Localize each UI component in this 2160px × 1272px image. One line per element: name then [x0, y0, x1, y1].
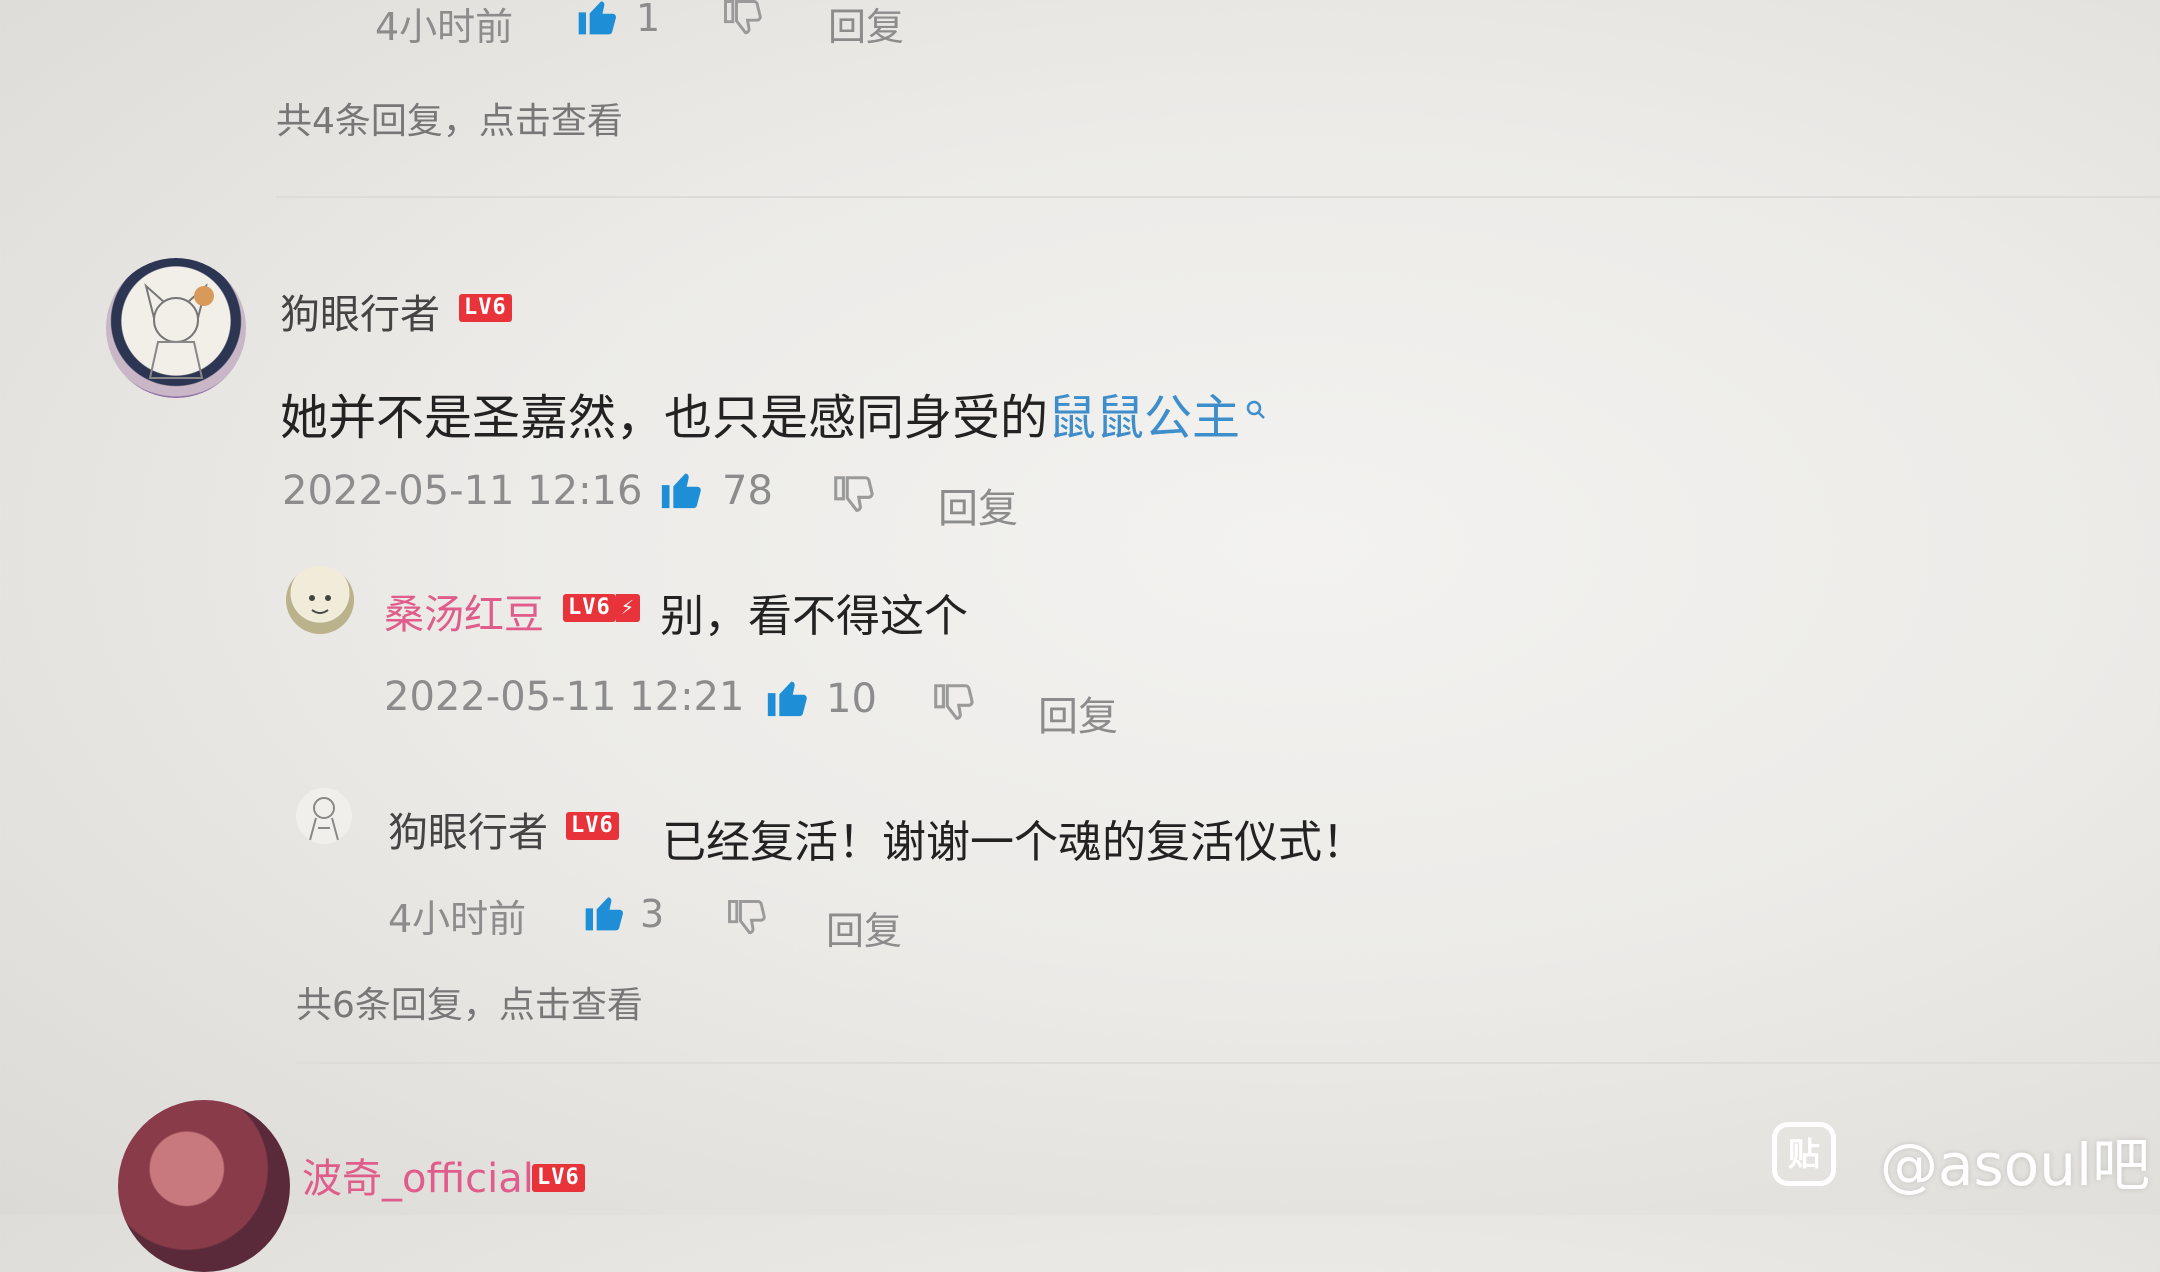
comment-reply-button[interactable]: 回复 [938, 476, 1018, 534]
reply-text: 别，看不得这个 [660, 591, 968, 642]
reply-time: 4小时前 [388, 897, 527, 941]
comment-body: 她并不是圣嘉然，也只是感同身受的 [280, 390, 1049, 446]
top-reply-like-count: 1 [636, 0, 661, 40]
avatar[interactable] [296, 788, 352, 844]
avatar-sketch-icon [309, 797, 339, 841]
tieba-logo-icon: 贴 [1772, 1122, 1836, 1186]
top-reply-time: 4小时前 [375, 5, 514, 49]
level-badge: LV6 [566, 812, 619, 840]
comment-text: 她并不是圣嘉然，也只是感同身受的鼠鼠公主 [280, 378, 1268, 448]
view-more-replies[interactable]: 共6条回复，点击查看 [296, 976, 643, 1028]
divider [296, 1062, 2160, 1064]
lightning-icon: ⚡ [615, 594, 640, 622]
divider [276, 196, 2160, 198]
search-icon[interactable] [1244, 378, 1268, 434]
avatar[interactable] [118, 1100, 290, 1272]
thumbs-down-icon[interactable] [830, 472, 876, 518]
thumbs-up-icon[interactable] [764, 674, 810, 720]
avatar-figure-icon [144, 283, 214, 379]
top-reply-reply-button[interactable]: 回复 [828, 0, 904, 51]
reply-like-count: 10 [826, 676, 877, 722]
watermark-text: @asoul吧 [1880, 1131, 2151, 1199]
level-badge: LV6 [532, 1164, 585, 1192]
topic-link[interactable]: 鼠鼠公主 [1048, 390, 1240, 446]
comment-time: 2022-05-11 12:16 [282, 468, 643, 514]
comment-like-count: 78 [722, 468, 773, 514]
comment-username[interactable]: 狗眼行者 [280, 282, 440, 340]
thumbs-up-icon[interactable] [575, 0, 619, 38]
top-view-more-replies[interactable]: 共4条回复，点击查看 [276, 92, 623, 144]
thumbs-up-icon[interactable] [582, 890, 626, 934]
avatar-face-icon [309, 595, 331, 614]
thumbs-down-icon[interactable] [720, 0, 764, 40]
reply-username[interactable]: 狗眼行者 [388, 800, 548, 858]
reply-username[interactable]: 桑汤红豆 [384, 582, 544, 640]
reply-reply-button[interactable]: 回复 [1038, 684, 1118, 742]
thumbs-down-icon[interactable] [724, 896, 768, 940]
reply-text: 已经复活！谢谢一个魂的复活仪式！ [662, 817, 1366, 868]
avatar[interactable] [286, 566, 354, 634]
level-badge: LV6 [459, 294, 512, 322]
thumbs-down-icon[interactable] [930, 680, 976, 726]
reply-like-count: 3 [640, 892, 665, 936]
thumbs-up-icon[interactable] [658, 466, 704, 512]
reply-reply-button[interactable]: 回复 [826, 900, 902, 955]
next-comment-username[interactable]: 波奇_official [302, 1146, 534, 1204]
reply-time: 2022-05-11 12:21 [384, 674, 745, 720]
level-badge: LV6 [563, 594, 616, 622]
avatar[interactable] [106, 258, 246, 398]
